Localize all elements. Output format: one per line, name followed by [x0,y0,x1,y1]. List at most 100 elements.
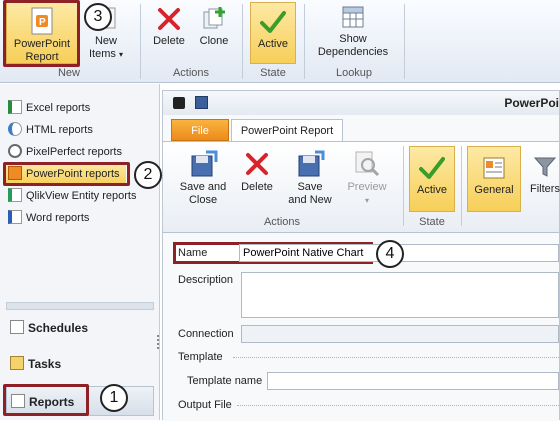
sidebar-item-word-reports[interactable]: Word reports [8,208,89,228]
show-dependencies-button[interactable]: Show Dependencies [312,4,394,64]
group-label-lookup: Lookup [335,67,373,79]
output-file-section-label: Output File [178,399,232,411]
ribbon-separator [461,146,462,226]
sidebar-item-label: Excel reports [26,102,91,114]
callout-1: 1 [100,384,128,412]
output-file-divider [237,405,559,406]
preview-label: Preview [347,181,387,193]
general-form-icon [483,157,505,179]
html-file-icon [8,122,22,136]
template-divider [233,357,559,358]
sidebar-item-qlikview-entity-reports[interactable]: QlikView Entity reports [8,186,136,206]
general-view-button[interactable]: General [467,146,521,212]
save-and-new-label: Save and New [288,181,332,206]
filters-label: Filters [530,183,560,195]
save-and-new-button[interactable]: Save and New [287,150,333,207]
clone-icon [203,7,225,29]
delete-report-label: Delete [241,181,273,193]
app-icon [173,97,185,109]
name-label: Name [178,247,208,259]
delete-x-icon [158,8,180,30]
checkmark-icon [260,11,286,33]
sidebar-item-pixelperfect-reports[interactable]: PixelPerfect reports [8,142,122,162]
general-label: General [474,184,514,196]
group-label-state: State [260,67,286,79]
annotation-box-1 [3,384,89,416]
pane-splitter[interactable] [157,335,160,349]
table-grid-icon [342,6,364,28]
schedules-label: Schedules [28,321,89,335]
save-new-icon [298,150,325,177]
description-field[interactable] [241,272,559,318]
document-title: PowerPoi [504,96,559,110]
connection-field[interactable] [241,325,559,343]
navigation-divider [6,302,154,310]
show-dependencies-label: Show Dependencies [317,33,389,58]
sidebar-item-label: QlikView Entity reports [26,190,137,202]
form-area: Name Description Connection Template Tem… [163,234,559,421]
clone-label: Clone [199,35,229,47]
ribbon-separator [304,4,305,79]
description-label: Description [178,274,234,286]
excel-file-icon [8,100,22,114]
preview-button[interactable]: Preview ▾ [343,150,391,207]
filters-view-button[interactable]: Filters [525,154,560,196]
word-file-icon [8,210,22,224]
sidebar-item-label: Word reports [26,212,90,224]
sidebar-item-excel-reports[interactable]: Excel reports [8,98,90,118]
funnel-icon [533,157,557,177]
document-titlebar: PowerPoi [163,91,559,115]
new-items-label: New Items [89,35,117,60]
group-label-doc-actions: Actions [263,216,301,228]
active-doc-label: Active [417,184,447,196]
tab-report-label: PowerPoint Report [240,125,334,137]
active-toggle-doc[interactable]: Active [409,146,455,212]
qlikview-icon [8,188,22,202]
nav-tasks[interactable]: Tasks [10,356,61,371]
template-section-label: Template [178,351,223,363]
group-label-new: New [57,67,80,79]
clone-button[interactable]: Clone [194,6,234,62]
active-toggle[interactable]: Active [250,2,296,64]
pixelperfect-icon [8,144,22,158]
tab-powerpoint-report[interactable]: PowerPoint Report [231,119,343,142]
nav-schedules[interactable]: Schedules [10,320,88,335]
tab-file-label: File [191,125,209,137]
tab-file[interactable]: File [171,119,229,141]
save-and-close-label: Save and Close [179,181,227,206]
template-name-field[interactable] [267,372,559,390]
document-window: PowerPoi File PowerPoint Report Save and… [162,90,560,421]
new-items-arrow: ▾ [118,50,123,59]
sidebar-item-label: HTML reports [26,124,93,136]
annotation-box-3 [3,0,80,67]
annotation-box-2 [3,162,130,186]
active-label: Active [258,38,288,50]
checkmark-icon [419,157,445,179]
save-icon[interactable] [195,96,208,109]
document-ribbon: Save and Close Delete Save and New Previ… [163,141,560,233]
tasks-label: Tasks [28,357,62,371]
delete-x-icon [246,153,268,175]
ribbon-separator [404,4,405,79]
save-close-icon [191,150,218,177]
connection-label: Connection [178,328,234,340]
group-label-doc-state: State [419,216,445,228]
ribbon-separator [140,4,141,79]
delete-button[interactable]: Delete [148,6,190,62]
tasks-icon [10,356,24,370]
delete-report-button[interactable]: Delete [237,150,277,194]
ribbon-separator [403,146,404,226]
magnifier-icon [355,151,380,177]
callout-4: 4 [376,240,404,268]
schedules-icon [10,320,24,334]
callout-3: 3 [84,3,112,31]
left-navigation-pane: Excel reports HTML reports PixelPerfect … [0,84,160,420]
group-label-actions: Actions [172,67,210,79]
sidebar-item-html-reports[interactable]: HTML reports [8,120,93,140]
template-name-label: Template name [187,375,263,387]
ribbon-separator [242,4,243,79]
callout-2: 2 [134,161,162,189]
save-and-close-button[interactable]: Save and Close [179,150,227,207]
delete-label: Delete [153,35,185,47]
preview-dropdown-arrow: ▾ [364,196,369,205]
